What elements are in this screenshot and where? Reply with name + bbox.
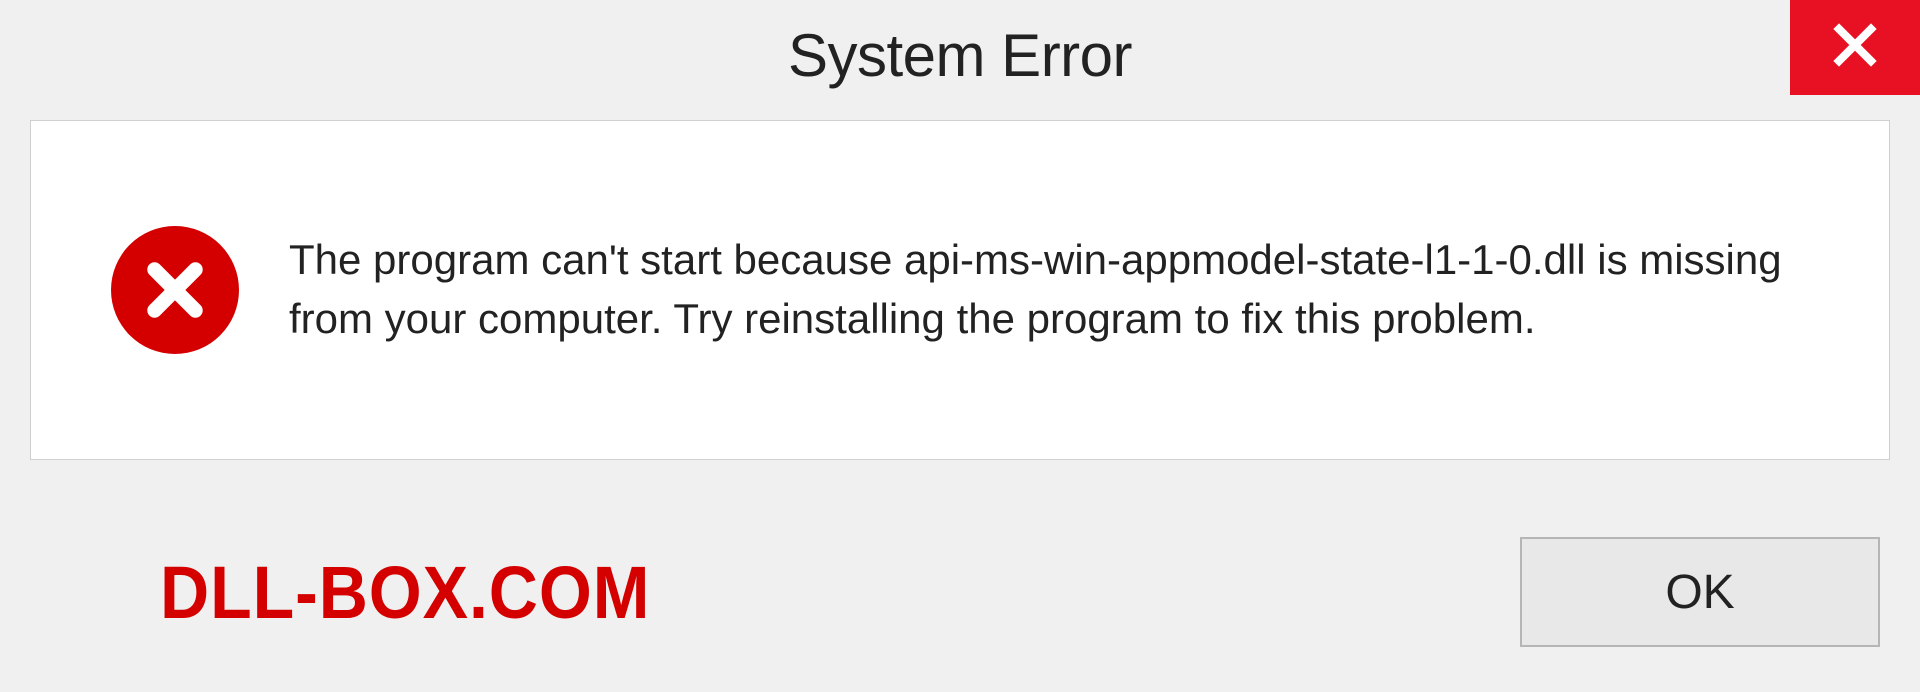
error-icon: [111, 226, 239, 354]
close-icon: [1831, 21, 1879, 74]
footer: DLL-BOX.COM OK: [30, 522, 1890, 662]
watermark-text: DLL-BOX.COM: [160, 550, 650, 635]
ok-button[interactable]: OK: [1520, 537, 1880, 647]
error-dialog: System Error The program can't start bec…: [0, 0, 1920, 692]
titlebar: System Error: [0, 0, 1920, 110]
close-button[interactable]: [1790, 0, 1920, 95]
error-icon-wrap: [111, 226, 239, 354]
ok-button-label: OK: [1665, 565, 1734, 620]
error-message: The program can't start because api-ms-w…: [289, 231, 1829, 349]
dialog-title: System Error: [788, 21, 1132, 90]
content-area: The program can't start because api-ms-w…: [30, 120, 1890, 460]
